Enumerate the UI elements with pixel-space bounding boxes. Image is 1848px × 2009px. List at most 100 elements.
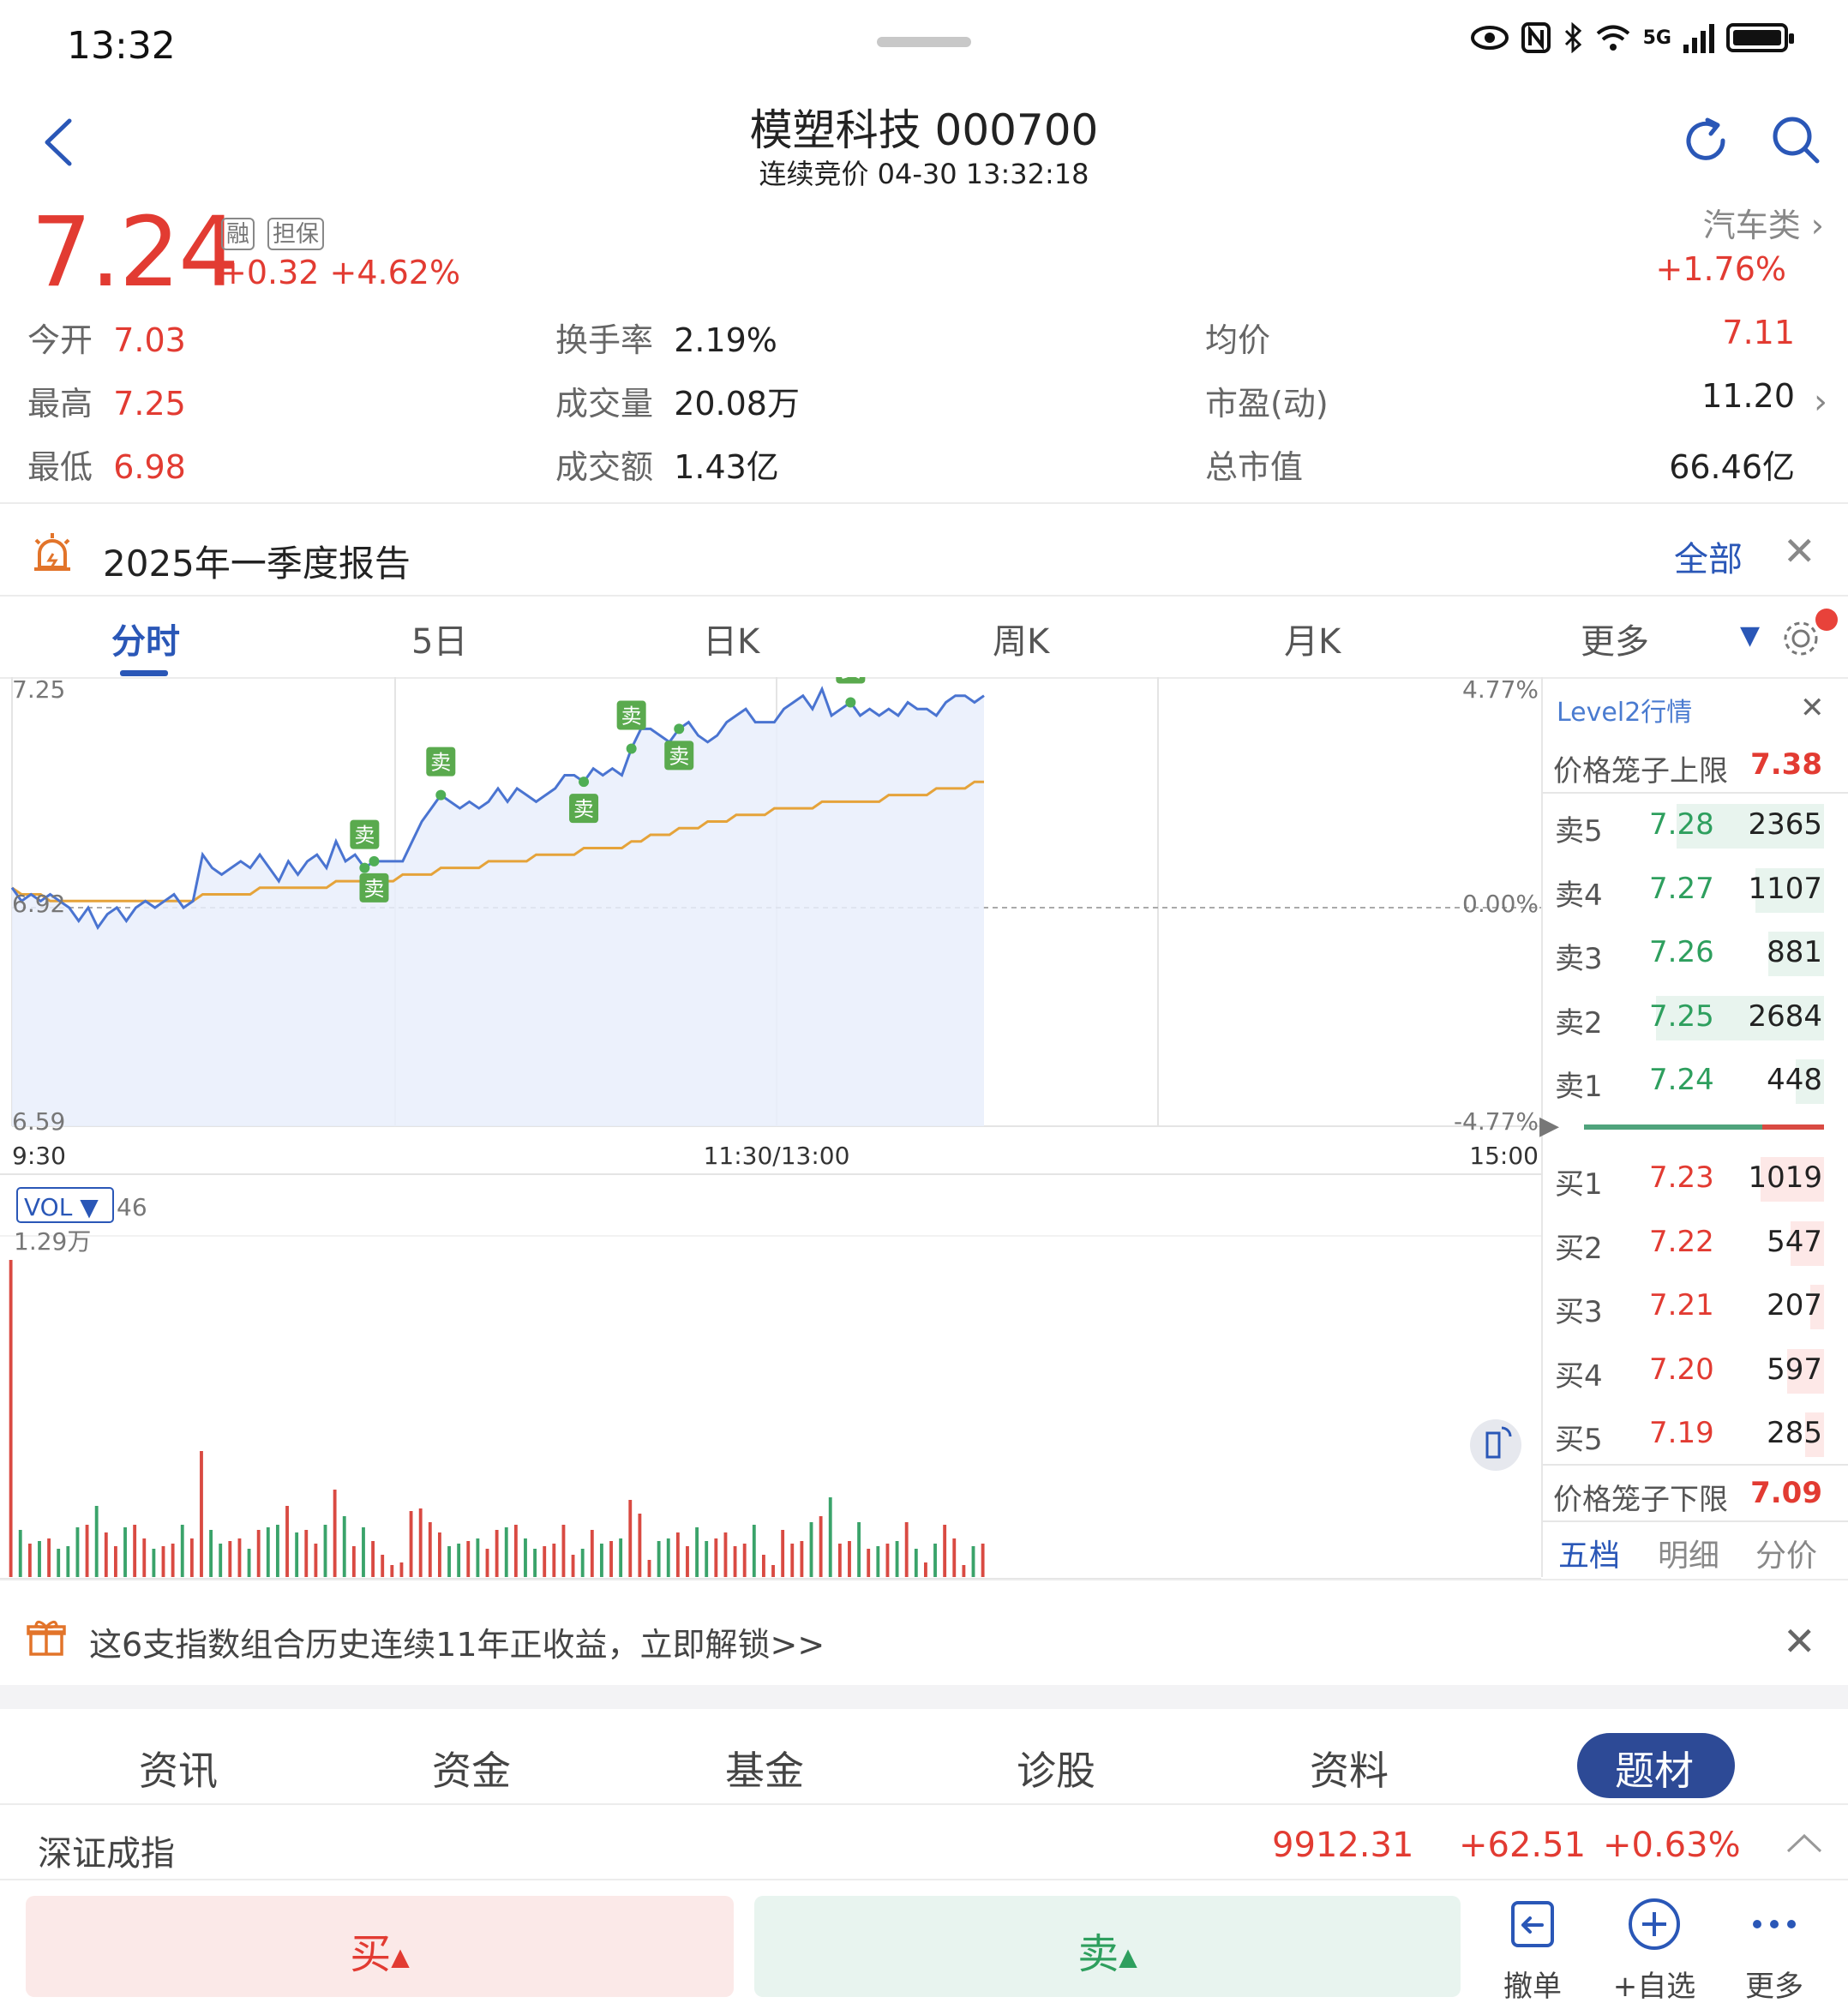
cancel-order-button[interactable]: 撤单 <box>1481 1896 1584 2005</box>
tab-daily-k[interactable]: 日K <box>703 614 759 663</box>
level-label: 卖5 <box>1555 814 1603 849</box>
turnover-value: 2.19% <box>674 321 777 359</box>
gift-icon <box>27 1621 66 1656</box>
bid-row[interactable]: 买5 7.19 285 <box>1543 1404 1848 1464</box>
vol-max-label: 1.29万 <box>14 1227 91 1256</box>
volume-bar <box>123 1527 127 1577</box>
volume-bar <box>524 1538 527 1577</box>
rotate-screen-button[interactable] <box>1470 1419 1521 1471</box>
sector-link[interactable]: 汽车类 › <box>1703 199 1824 246</box>
triangle-up-icon: ▲ <box>391 1942 410 1971</box>
index-name[interactable]: 深证成指 <box>38 1826 175 1875</box>
level-price: 7.19 <box>1649 1416 1714 1450</box>
promo-banner[interactable]: 这6支指数组合历史连续11年正收益，立即解锁>> <box>89 1618 825 1665</box>
ask-row[interactable]: 卖2 7.25 2684 <box>1543 987 1848 1047</box>
search-icon[interactable] <box>1769 113 1822 166</box>
volume-bar <box>9 1260 13 1577</box>
sell-button[interactable]: 卖▲ <box>754 1896 1461 1997</box>
volume-bar <box>962 1565 966 1577</box>
add-watchlist-button[interactable]: +自选 <box>1603 1896 1706 2005</box>
more-label: 更多 <box>1745 1970 1803 2004</box>
volume-bar <box>809 1522 813 1577</box>
ask-strength-bar <box>1584 1124 1762 1130</box>
ask-row[interactable]: 卖1 7.24 448 <box>1543 1051 1848 1111</box>
ob-tab-price-split[interactable]: 分价 <box>1755 1531 1817 1575</box>
volume-bar <box>761 1555 765 1577</box>
bid-row[interactable]: 买3 7.21 207 <box>1543 1276 1848 1336</box>
bid-row[interactable]: 买1 7.23 1019 <box>1543 1148 1848 1208</box>
sell-marker-label[interactable]: 卖 <box>669 744 689 768</box>
low-label: 最低 <box>27 448 93 486</box>
chevron-up-icon[interactable] <box>1785 1831 1824 1855</box>
tab-fund-flow[interactable]: 资金 <box>432 1740 511 1796</box>
ask-row[interactable]: 卖5 7.28 2365 <box>1543 795 1848 855</box>
chevron-right-icon[interactable]: › <box>1814 382 1827 422</box>
sell-marker-label[interactable]: 卖 <box>573 797 594 821</box>
trade-point <box>369 855 380 867</box>
tab-themes[interactable]: 题材 <box>1615 1740 1694 1796</box>
expand-arrow-icon[interactable]: ▶ <box>1539 1111 1559 1141</box>
level-volume: 2365 <box>1748 807 1822 842</box>
buy-button[interactable]: 买▲ <box>26 1896 734 1997</box>
level2-title[interactable]: Level2行情 <box>1557 691 1692 729</box>
level-label: 卖1 <box>1555 1070 1603 1104</box>
close-icon[interactable]: ✕ <box>1800 691 1825 725</box>
bid-row[interactable]: 买4 7.20 597 <box>1543 1340 1848 1400</box>
ask-row[interactable]: 卖3 7.26 881 <box>1543 923 1848 983</box>
intraday-chart[interactable]: 卖卖卖卖卖卖卖 7.25 6.92 6.59 4.77% 0.00% -4.77… <box>0 677 1543 1586</box>
sell-marker-label[interactable]: 卖 <box>363 877 384 901</box>
open-label: 今开 <box>27 321 93 359</box>
tab-news[interactable]: 资讯 <box>139 1740 218 1796</box>
pull-handle[interactable] <box>877 37 971 47</box>
tab-more[interactable]: 更多 <box>1581 614 1649 663</box>
divider <box>0 502 1848 504</box>
vol-selector[interactable]: VOL ▼ <box>24 1193 99 1221</box>
pe-value: 11.20 <box>1701 377 1795 415</box>
volume-bar <box>85 1525 89 1577</box>
volume-bar <box>171 1544 175 1577</box>
dropdown-arrow-icon[interactable]: ▼ <box>1740 621 1760 651</box>
add-watchlist-label: +自选 <box>1612 1970 1696 2004</box>
level-price: 7.21 <box>1649 1288 1714 1322</box>
ask-row[interactable]: 卖4 7.27 1107 <box>1543 860 1848 920</box>
stat-volume: 成交量 20.08万 <box>555 377 800 424</box>
tab-funds[interactable]: 基金 <box>725 1740 804 1796</box>
tab-weekly-k[interactable]: 周K <box>993 614 1049 663</box>
ob-tab-detail[interactable]: 明细 <box>1658 1531 1719 1575</box>
tab-monthly-k[interactable]: 月K <box>1284 614 1341 663</box>
amount-label: 成交额 <box>555 448 654 486</box>
report-all-link[interactable]: 全部 <box>1674 531 1743 581</box>
volume-bar <box>828 1497 832 1577</box>
sell-label: 卖 <box>1077 1930 1119 1978</box>
level-volume: 2684 <box>1748 999 1822 1034</box>
sell-marker-label[interactable]: 卖 <box>430 751 451 775</box>
tab-5day[interactable]: 5日 <box>411 614 467 663</box>
bid-row[interactable]: 买2 7.22 547 <box>1543 1213 1848 1273</box>
volume-bar <box>381 1555 385 1577</box>
close-icon[interactable]: ✕ <box>1783 1618 1816 1664</box>
sell-marker-label[interactable]: 卖 <box>621 705 642 729</box>
close-icon[interactable]: ✕ <box>1783 528 1816 574</box>
pe-label[interactable]: 市盈(动) <box>1205 377 1329 424</box>
divider <box>0 1879 1848 1880</box>
divider <box>1543 1520 1848 1522</box>
volume-bar <box>152 1549 156 1577</box>
report-notice[interactable]: 2025年一季度报告 <box>103 535 411 587</box>
more-button[interactable]: 更多 <box>1723 1896 1826 2005</box>
trade-point <box>435 789 447 801</box>
trade-point <box>626 743 637 754</box>
sell-marker-label[interactable]: 卖 <box>354 824 375 848</box>
level-label: 买5 <box>1555 1423 1603 1457</box>
tab-profile[interactable]: 资料 <box>1310 1740 1389 1796</box>
volume-bar <box>628 1500 633 1577</box>
refresh-icon[interactable] <box>1680 115 1731 166</box>
volume-bar <box>848 1541 851 1577</box>
volume-bar <box>647 1560 651 1577</box>
sell-marker-label[interactable]: 卖 <box>840 677 861 681</box>
cancel-order-icon <box>1511 1901 1554 1947</box>
margin-tag: 融 <box>221 218 255 250</box>
price-change: +0.32 +4.62% <box>219 254 461 291</box>
tab-diagnosis[interactable]: 诊股 <box>1017 1740 1095 1796</box>
tab-intraday[interactable]: 分时 <box>111 614 180 663</box>
ob-tab-five-level[interactable]: 五档 <box>1558 1531 1620 1575</box>
